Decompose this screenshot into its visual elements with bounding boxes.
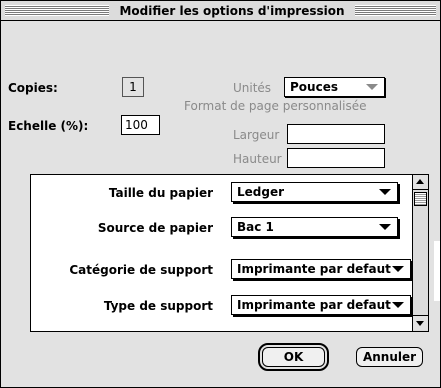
media-type-value: Imprimante par defaut [237, 298, 391, 312]
media-type-popup[interactable]: Imprimante par defaut [231, 295, 411, 315]
height-field[interactable] [287, 148, 385, 168]
popup-arrow-icon [379, 224, 391, 230]
list-row-label: Catégorie de support [69, 263, 213, 277]
scroll-down-arrow-icon [416, 321, 424, 326]
scroll-up-arrow-icon [416, 179, 424, 184]
width-field[interactable] [287, 124, 385, 144]
scale-label: Echelle (%): [8, 119, 89, 133]
height-label: Hauteur [233, 152, 282, 166]
units-label: Unités [233, 81, 272, 95]
copies-field[interactable]: 1 [122, 77, 144, 97]
media-category-popup[interactable]: Imprimante par defaut [231, 259, 411, 279]
units-popup-value: Pouces [290, 80, 338, 94]
media-category-value: Imprimante par defaut [237, 262, 391, 276]
cancel-button[interactable]: Annuler [356, 347, 423, 367]
list-row-label: Taille du papier [108, 186, 213, 200]
title-stripes-right [355, 5, 436, 16]
custom-page-format-label: Format de page personnalisée [184, 99, 367, 113]
paper-size-value: Ledger [237, 185, 285, 199]
width-label: Largeur [233, 128, 280, 142]
copies-label: Copies: [8, 81, 58, 95]
ok-button[interactable]: OK [258, 343, 329, 371]
title-stripes-left [5, 5, 109, 16]
paper-source-value: Bac 1 [237, 220, 274, 234]
popup-arrow-icon [392, 302, 404, 308]
popup-arrow-icon [366, 84, 378, 90]
scroll-thumb[interactable] [414, 192, 427, 206]
side-shade [434, 241, 440, 301]
units-popup[interactable]: Pouces [284, 77, 385, 97]
list-scrollbar[interactable] [412, 175, 428, 331]
options-list: Taille du papier Ledger Source de papier… [30, 174, 429, 332]
list-row-label: Source de papier [97, 221, 213, 235]
popup-arrow-icon [392, 266, 404, 272]
title-bar[interactable]: Modifier les options d'impression [1, 1, 440, 21]
window-title: Modifier les options d'impression [109, 3, 355, 19]
popup-arrow-icon [379, 189, 391, 195]
scroll-up-button[interactable] [413, 175, 428, 190]
paper-source-popup[interactable]: Bac 1 [231, 217, 398, 237]
scroll-down-button[interactable] [413, 315, 428, 330]
paper-size-popup[interactable]: Ledger [231, 182, 398, 202]
scale-field[interactable]: 100 [121, 115, 160, 135]
list-row-label: Type de support [103, 299, 213, 313]
print-options-dialog: Modifier les options d'impression Copies… [0, 0, 441, 388]
